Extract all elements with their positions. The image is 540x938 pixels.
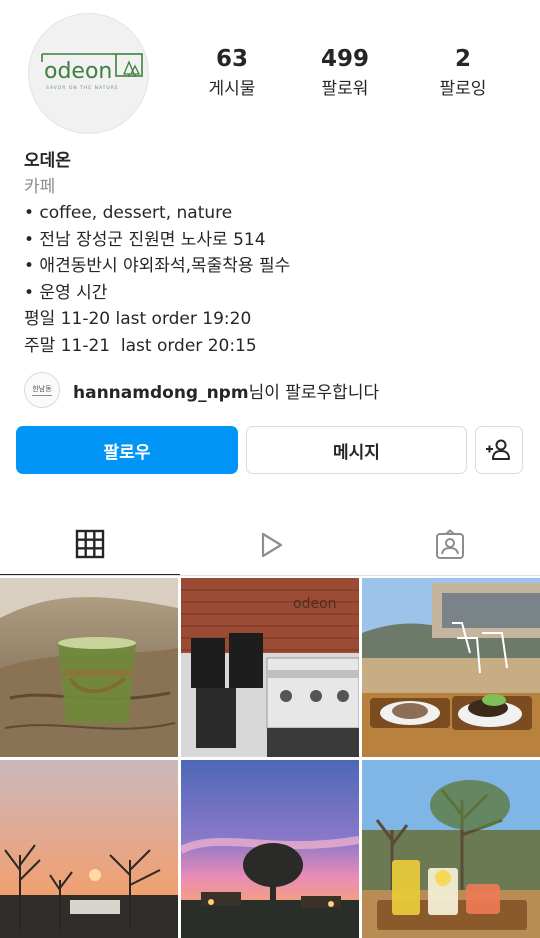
posts-label: 게시물 [208, 79, 256, 99]
svg-text:odeon: odeon [293, 596, 337, 612]
profile-name: 오데온 [24, 151, 71, 171]
tab-posts[interactable] [0, 514, 180, 576]
follower-avatar-text: 한남동 [32, 384, 52, 393]
bio-line: 평일 11-20 last order 19:20 [24, 309, 252, 330]
follower-username[interactable]: hannamdong_npm [73, 383, 249, 403]
tagged-icon [436, 529, 464, 559]
odeon-logo-icon: odeon SAVOR ON THE NATURE [40, 52, 143, 91]
post-image: odeon [181, 578, 359, 757]
following-label: 팔로잉 [439, 79, 487, 99]
posts-stat[interactable]: 63 게시물 [177, 44, 287, 102]
follower-avatar[interactable]: 한남동 [24, 372, 60, 408]
followers-count: 499 [320, 46, 369, 72]
followed-by[interactable]: 한남동 hannamdong_npm님이 팔로우합니다 [24, 372, 379, 408]
post-thumbnail[interactable]: odeon [181, 578, 359, 757]
message-button[interactable]: 메시지 [246, 426, 467, 474]
tab-tagged[interactable] [360, 514, 540, 576]
svg-text:SAVOR ON THE NATURE: SAVOR ON THE NATURE [46, 85, 119, 91]
bio-line: • 애견동반시 야외좌석,목줄착용 필수 [24, 256, 291, 277]
bio-line: • 전남 장성군 진원면 노사로 514 [24, 229, 266, 250]
followed-by-suffix: 님이 팔로우합니다 [248, 382, 380, 403]
post-image [0, 760, 178, 938]
profile-header: odeon SAVOR ON THE NATURE 63 게시물 499 팔로워… [0, 0, 540, 150]
posts-grid: odeon [0, 578, 540, 938]
tabs-divider [0, 575, 540, 576]
post-thumbnail[interactable] [362, 760, 540, 938]
profile-bio: 오데온 카페 • coffee, dessert, nature • 전남 장성… [24, 149, 524, 360]
post-thumbnail[interactable] [181, 760, 359, 938]
post-thumbnail[interactable] [0, 760, 178, 938]
followers-label: 팔로워 [321, 79, 369, 99]
post-image [0, 578, 178, 757]
grid-icon [75, 529, 105, 559]
profile-avatar[interactable]: odeon SAVOR ON THE NATURE [28, 13, 149, 134]
post-image [362, 578, 540, 757]
follow-button[interactable]: 팔로우 [16, 426, 238, 474]
following-count: 2 [454, 46, 471, 72]
bio-line: 주말 11-21 last order 20:15 [24, 335, 257, 356]
post-image [181, 760, 359, 938]
followed-by-text[interactable]: hannamdong_npm님이 팔로우합니다 [73, 378, 379, 403]
bio-line: • 운영 시간 [24, 282, 108, 303]
person-add-icon [486, 439, 510, 460]
post-image [362, 760, 540, 938]
reels-icon [261, 532, 283, 558]
post-thumbnail[interactable] [362, 578, 540, 757]
following-stat[interactable]: 2 팔로잉 [408, 44, 518, 102]
profile-category: 카페 [24, 177, 56, 197]
tab-reels[interactable] [180, 514, 360, 576]
suggest-user-button[interactable] [475, 426, 523, 474]
svg-text:odeon: odeon [44, 59, 112, 84]
post-thumbnail[interactable] [0, 578, 178, 757]
followers-stat[interactable]: 499 팔로워 [290, 44, 400, 102]
bio-line: • coffee, dessert, nature [24, 203, 233, 223]
posts-count: 63 [215, 46, 248, 72]
follower-avatar-underline [32, 394, 52, 396]
profile-tabs [0, 514, 540, 576]
